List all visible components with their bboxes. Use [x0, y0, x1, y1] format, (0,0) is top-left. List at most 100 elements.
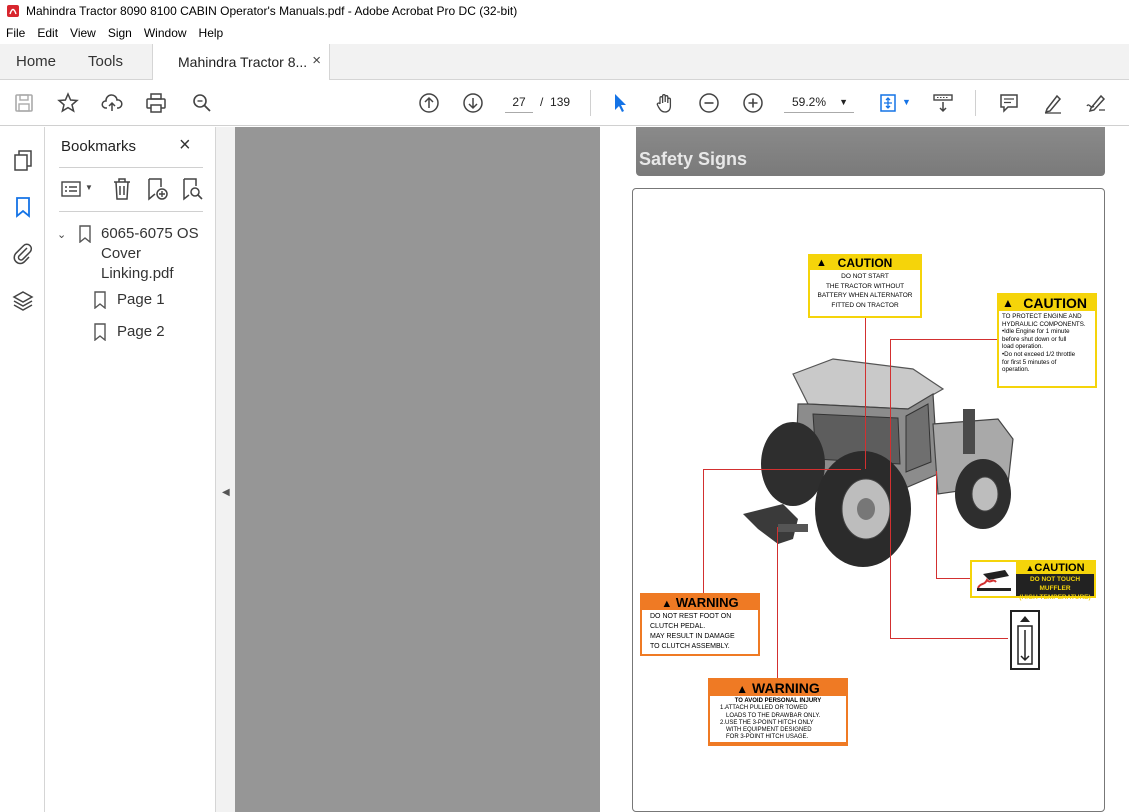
sign-icon[interactable]	[1084, 91, 1108, 115]
leader-line	[936, 578, 971, 579]
label-line: operation.	[1002, 366, 1030, 374]
label-line: 2.USE THE 3-POINT HITCH ONLY	[720, 719, 814, 726]
tab-tools[interactable]: Tools	[88, 53, 123, 70]
tab-document[interactable]: Mahindra Tractor 8... ×	[152, 44, 330, 80]
menu-view[interactable]: View	[64, 26, 102, 40]
label-line: •Do not exceed 1/2 throttle	[1002, 350, 1076, 358]
menu-sign[interactable]: Sign	[102, 26, 138, 40]
cloud-upload-icon[interactable]	[100, 91, 124, 115]
leader-line	[703, 469, 861, 470]
caution-body: DO NOT TOUCH MUFFLER (HIGH TEMPERATURE)	[1016, 574, 1094, 601]
search-icon[interactable]	[190, 91, 214, 115]
layers-icon[interactable]	[11, 289, 35, 313]
page-total: / 139	[540, 95, 570, 109]
leader-line	[890, 638, 1008, 639]
section-title: Safety Signs	[639, 149, 748, 169]
hot-surface-pictogram	[972, 562, 1016, 596]
page-thumbnails-icon[interactable]	[11, 148, 35, 172]
collapse-arrow-icon[interactable]: ◀	[222, 487, 230, 498]
menu-edit[interactable]: Edit	[31, 26, 64, 40]
warning-triangle-icon: ▲	[816, 257, 827, 269]
acrobat-icon	[7, 5, 19, 17]
save-icon[interactable]	[12, 91, 36, 115]
panel-splitter[interactable]: ◀	[215, 127, 235, 812]
page-number-input[interactable]: 27	[505, 91, 533, 113]
caution-header-text: CAUTION	[837, 256, 893, 270]
label-line: (HIGH TEMPERATURE)	[1019, 594, 1091, 601]
chevron-down-icon: ▼	[839, 97, 848, 107]
bookmark-item-icon	[94, 323, 106, 341]
tab-close-icon[interactable]: ×	[312, 52, 321, 69]
lift-arm-icon	[1017, 616, 1033, 665]
tab-home[interactable]: Home	[16, 53, 56, 70]
zoom-value: 59.2%	[792, 95, 827, 109]
options-menu-icon[interactable]	[61, 179, 83, 199]
options-chevron-down-icon[interactable]: ▼	[85, 183, 93, 192]
toolbar-divider	[590, 90, 591, 116]
title-bar: Mahindra Tractor 8090 8100 CABIN Operato…	[0, 0, 1129, 22]
bookmark-item-page-2[interactable]: Page 2	[117, 322, 165, 342]
warning-header: ▲ WARNING	[710, 680, 846, 696]
pdf-page: Safety Signs ▲ CAUTION DO NOT START THE …	[600, 127, 1129, 812]
label-line: •Idle Engine for 1 minute	[1002, 328, 1070, 336]
bookmark-item-page-1[interactable]: Page 1	[117, 290, 165, 310]
hand-tool-icon[interactable]	[653, 91, 677, 115]
close-icon[interactable]: ×	[179, 134, 191, 157]
tab-document-label: Mahindra Tractor 8...	[178, 54, 308, 70]
leader-line	[703, 469, 704, 594]
leader-line	[865, 314, 866, 469]
bookmarks-panel: Bookmarks × ▼ ⌄ 6065-6075 OS Cover Linki…	[45, 127, 215, 812]
zoom-in-icon[interactable]	[741, 91, 765, 115]
bookmark-item-cover[interactable]: 6065-6075 OS Cover Linking.pdf	[101, 224, 199, 284]
menu-file[interactable]: File	[0, 26, 31, 40]
leader-line	[890, 339, 998, 340]
tab-bar: Home Tools Mahindra Tractor 8... ×	[0, 44, 1129, 80]
label-line: TO AVOID PERSONAL INJURY	[734, 698, 822, 704]
label-line: HYDRAULIC COMPONENTS.	[1002, 320, 1086, 328]
caution-body: TO PROTECT ENGINE AND HYDRAULIC COMPONEN…	[999, 311, 1095, 386]
find-bookmark-icon[interactable]	[180, 177, 204, 201]
caution-body: DO NOT START THE TRACTOR WITHOUT BATTERY…	[810, 270, 920, 316]
page-total-value: 139	[550, 95, 571, 109]
warning-header-text: WARNING	[675, 595, 739, 610]
menu-help[interactable]: Help	[193, 26, 230, 40]
caution-header-text: CAUTION	[1023, 295, 1087, 311]
scroll-mode-icon[interactable]	[931, 91, 955, 115]
new-bookmark-icon[interactable]	[145, 177, 169, 201]
page-separator: /	[540, 95, 544, 109]
zoom-select[interactable]: 59.2% ▼	[784, 91, 854, 113]
fit-page-icon[interactable]	[876, 91, 900, 115]
navigation-rail	[0, 127, 45, 812]
tractor-illustration	[743, 358, 1014, 567]
highlight-pen-icon[interactable]	[1041, 91, 1065, 115]
warning-body: TO AVOID PERSONAL INJURY 1.ATTACH PULLED…	[710, 696, 846, 742]
label-line: CLUTCH PEDAL.	[650, 623, 706, 630]
bookmark-icon[interactable]	[11, 195, 35, 219]
zoom-out-icon[interactable]	[697, 91, 721, 115]
chevron-down-icon[interactable]: ⌄	[57, 228, 66, 241]
previous-page-icon[interactable]	[417, 91, 441, 115]
caution-label-engine: ▲ CAUTION TO PROTECT ENGINE AND HYDRAULI…	[997, 293, 1097, 388]
delete-icon[interactable]	[111, 177, 133, 201]
warning-body: DO NOT REST FOOT ON CLUTCH PEDAL. MAY RE…	[642, 610, 758, 654]
label-line: DO NOT TOUCH MUFFLER	[1029, 576, 1081, 592]
document-canvas[interactable]: Safety Signs ▲ CAUTION DO NOT START THE …	[235, 127, 1129, 812]
warning-triangle-icon: ▲	[1002, 296, 1014, 310]
label-line: LOADS TO THE DRAWBAR ONLY.	[726, 712, 821, 719]
toolbar-divider	[975, 90, 976, 116]
caution-label-muffler: ▲CAUTION DO NOT TOUCH MUFFLER (HIGH TEMP…	[970, 560, 1096, 601]
label-line: 1.ATTACH PULLED OR TOWED	[720, 705, 808, 712]
attachment-icon[interactable]	[11, 241, 35, 265]
select-cursor-icon[interactable]	[608, 91, 632, 115]
comment-icon[interactable]	[997, 91, 1021, 115]
caution-muffler-text: ▲CAUTION DO NOT TOUCH MUFFLER (HIGH TEMP…	[1016, 562, 1094, 601]
window-title: Mahindra Tractor 8090 8100 CABIN Operato…	[26, 4, 518, 18]
fit-chevron-down-icon[interactable]: ▼	[902, 97, 911, 107]
menu-window[interactable]: Window	[138, 26, 193, 40]
hot-surface-icon	[977, 570, 1011, 591]
next-page-icon[interactable]	[461, 91, 485, 115]
print-icon[interactable]	[144, 91, 168, 115]
caution-label-battery: ▲ CAUTION DO NOT START THE TRACTOR WITHO…	[808, 254, 922, 318]
star-icon[interactable]	[56, 91, 80, 115]
warning-label-clutch: ▲ WARNING DO NOT REST FOOT ON CLUTCH PED…	[640, 593, 760, 656]
